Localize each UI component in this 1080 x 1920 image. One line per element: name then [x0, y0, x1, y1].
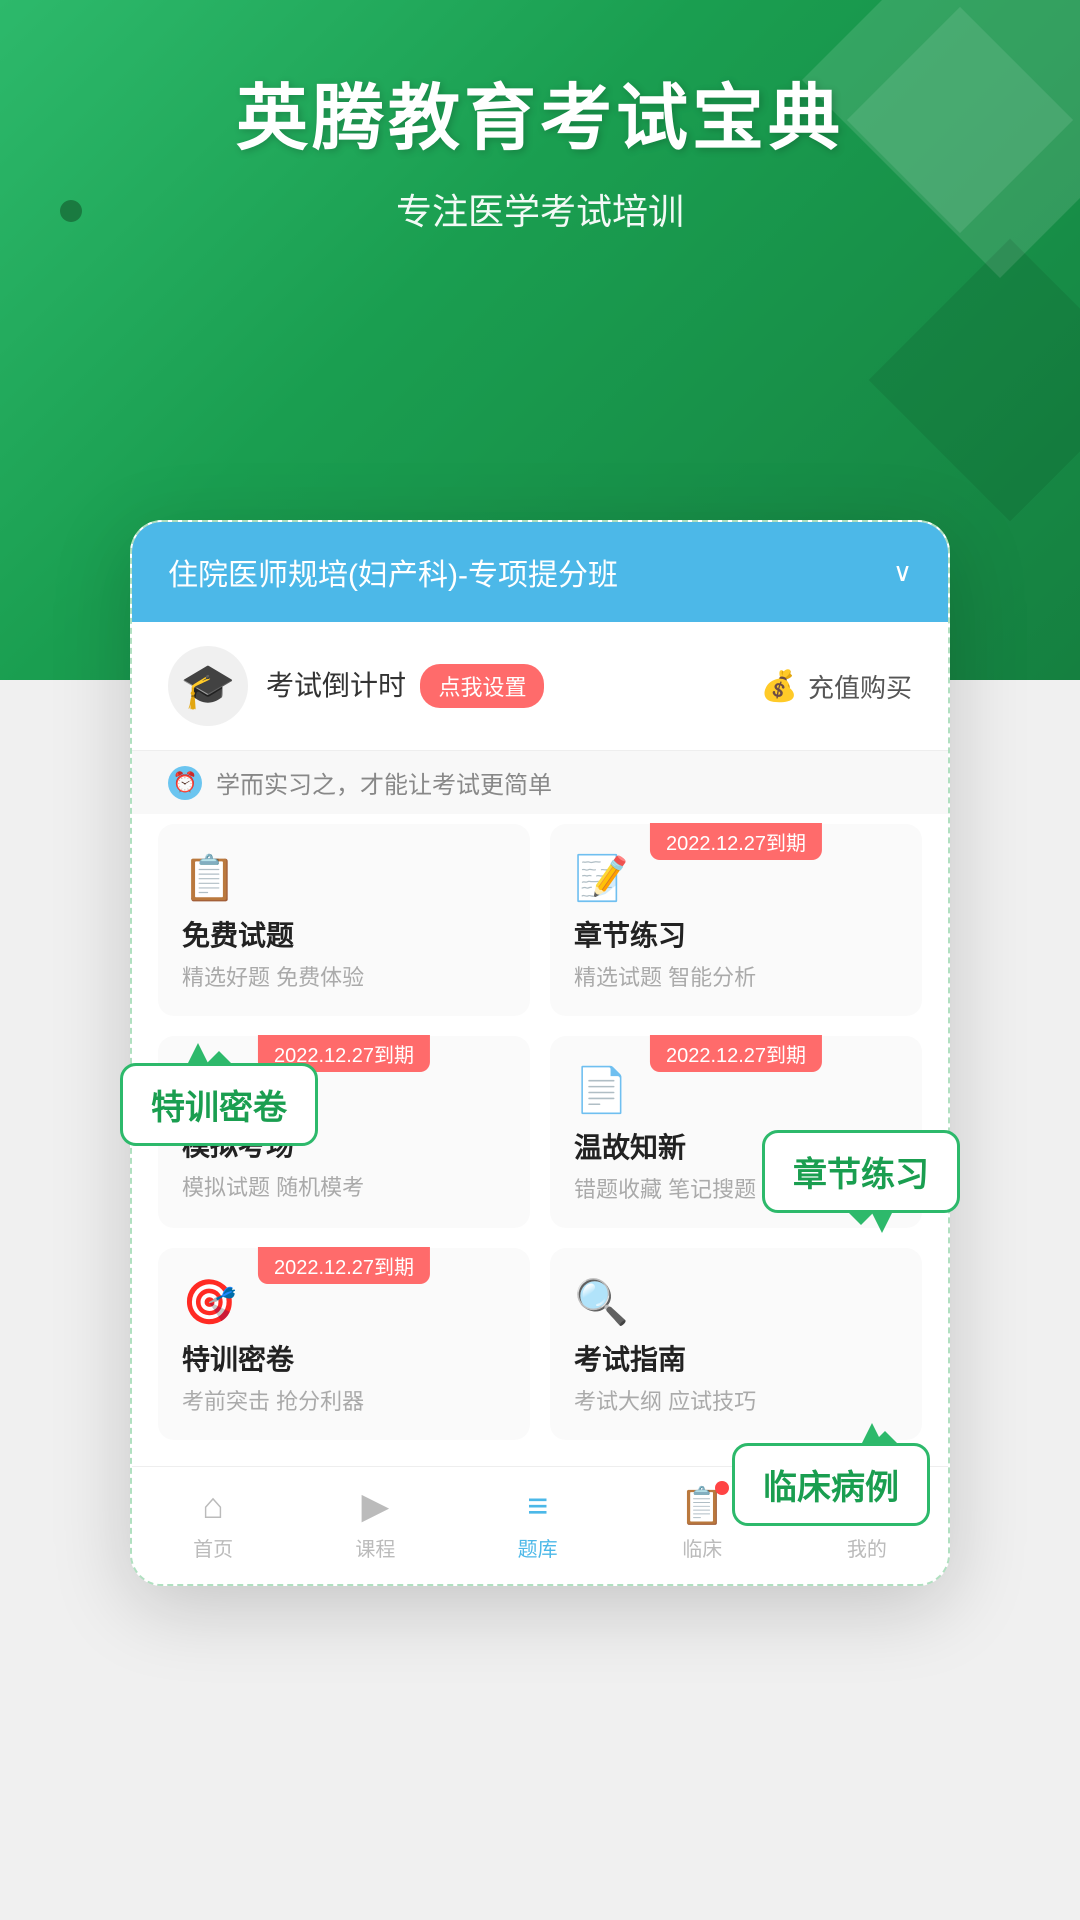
mine-label: 我的: [847, 1533, 887, 1562]
hero-diamond-3: [869, 239, 1080, 522]
coin-icon: 💰: [761, 669, 798, 704]
question-icon: ≡: [527, 1485, 548, 1527]
hero-title: 英腾教育考试宝典: [236, 80, 844, 159]
callout-chapter-arrow: [867, 1208, 897, 1238]
mock-desc: 模拟试题 随机模考: [182, 1170, 506, 1202]
clinical-label: 临床: [682, 1533, 722, 1562]
grid-item-free[interactable]: 📋 免费试题 精选好题 免费体验: [158, 824, 530, 1016]
secret-title: 特训密卷: [182, 1338, 506, 1378]
callout-clinical: 临床病例: [732, 1443, 930, 1526]
clock-icon: ⏰: [168, 766, 202, 800]
countdown-left: 🎓 考试倒计时 点我设置: [168, 646, 544, 726]
countdown-set-btn[interactable]: 点我设置: [420, 664, 544, 708]
course-label: 课程: [355, 1533, 395, 1562]
secret-tag: 2022.12.27到期: [258, 1247, 430, 1284]
course-icon: ▶: [362, 1485, 390, 1527]
guide-desc: 考试大纲 应试技巧: [574, 1384, 898, 1416]
recharge-label: 充值购买: [808, 668, 912, 705]
free-icon: 📋: [182, 852, 506, 904]
nav-home[interactable]: ⌂ 首页: [193, 1485, 233, 1562]
grid-item-guide[interactable]: 🔍 考试指南 考试大纲 应试技巧: [550, 1248, 922, 1440]
nav-clinical[interactable]: 📋 临床: [680, 1485, 725, 1562]
phone-mockup: 章节练习 特训密卷 住院医师规培(妇产科)-专项提分班 ∨ 🎓: [130, 520, 950, 1586]
nav-question[interactable]: ≡ 题库: [518, 1485, 558, 1562]
callout-clinical-arrow: [857, 1418, 887, 1448]
free-title: 免费试题: [182, 914, 506, 954]
secret-desc: 考前突击 抢分利器: [182, 1384, 506, 1416]
hero-dot: [60, 200, 82, 222]
app-header-title: 住院医师规培(妇产科)-专项提分班: [168, 550, 618, 594]
app-header-arrow: ∨: [893, 557, 912, 588]
grid-item-secret[interactable]: 2022.12.27到期 🎯 特训密卷 考前突击 抢分利器: [158, 1248, 530, 1440]
countdown-info: 考试倒计时 点我设置: [266, 664, 544, 708]
callout-chapter: 章节练习: [762, 1130, 960, 1213]
home-label: 首页: [193, 1533, 233, 1562]
free-desc: 精选好题 免费体验: [182, 960, 506, 992]
callout-secret: 特训密卷: [120, 1063, 318, 1146]
guide-icon: 🔍: [574, 1276, 898, 1328]
recharge-btn[interactable]: 💰 充值购买: [761, 668, 912, 705]
bottom-spacer: [0, 1586, 1080, 1706]
chapter-tag: 2022.12.27到期: [650, 823, 822, 860]
callout-secret-arrow: [183, 1038, 213, 1068]
page-wrapper: 英腾教育考试宝典 专注医学考试培训 章节练习 特训密卷 住院医师规培(妇产科)-…: [0, 0, 1080, 1920]
doctor-avatar: 🎓: [168, 646, 248, 726]
app-header[interactable]: 住院医师规培(妇产科)-专项提分班 ∨: [132, 522, 948, 622]
nav-course[interactable]: ▶ 课程: [355, 1485, 395, 1562]
chapter-desc: 精选试题 智能分析: [574, 960, 898, 992]
question-label: 题库: [518, 1533, 558, 1562]
motto-bar: ⏰ 学而实习之，才能让考试更简单: [132, 750, 948, 814]
review-tag: 2022.12.27到期: [650, 1035, 822, 1072]
guide-title: 考试指南: [574, 1338, 898, 1378]
motto-text: 学而实习之，才能让考试更简单: [216, 765, 552, 800]
home-icon: ⌂: [202, 1485, 224, 1527]
grid-item-chapter[interactable]: 2022.12.27到期 📝 章节练习 精选试题 智能分析: [550, 824, 922, 1016]
chapter-title: 章节练习: [574, 914, 898, 954]
app-card: 住院医师规培(妇产科)-专项提分班 ∨ 🎓 考试倒计时 点我设置 💰 充值购买: [130, 520, 950, 1586]
countdown-label: 考试倒计时: [266, 670, 406, 701]
hero-subtitle: 专注医学考试培训: [396, 183, 684, 235]
countdown-section: 🎓 考试倒计时 点我设置 💰 充值购买: [132, 622, 948, 750]
clinical-icon: 📋: [680, 1485, 725, 1527]
